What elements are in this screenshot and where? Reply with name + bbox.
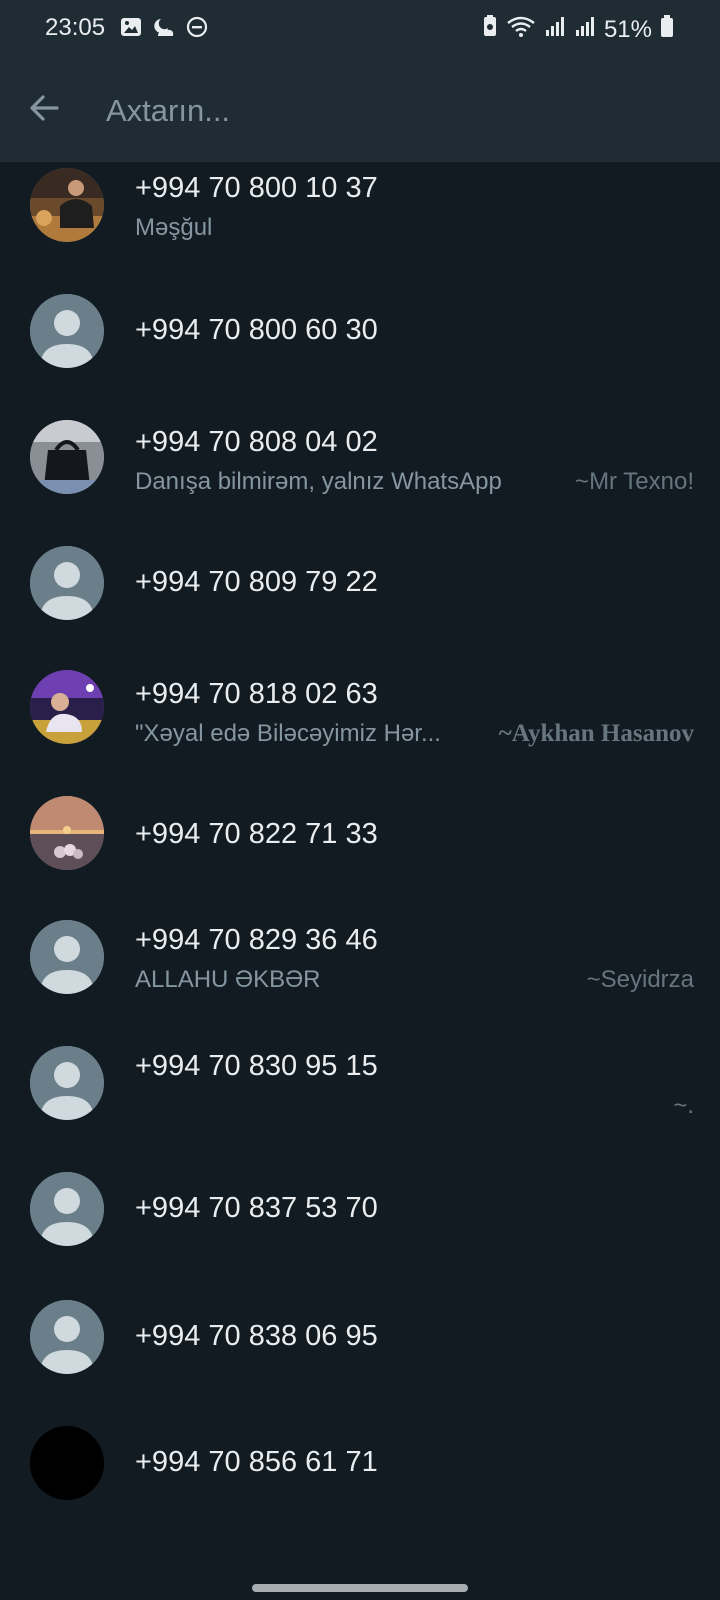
contact-row[interactable]: +994 70 830 95 15 ~.: [0, 1046, 720, 1186]
contact-row[interactable]: +994 70 808 04 02 Danışa bilmirəm, yalnı…: [0, 418, 720, 546]
contact-alias: ~Aykhan Hasanov: [498, 720, 694, 747]
home-gesture-handle[interactable]: [252, 1584, 468, 1592]
default-avatar-icon[interactable]: [30, 920, 104, 994]
contact-phone: +994 70 837 53 70: [135, 1192, 378, 1224]
default-avatar-icon[interactable]: [30, 1300, 104, 1374]
contact-alias: ~.: [673, 1092, 694, 1119]
signal-icon: [574, 15, 596, 44]
contact-row[interactable]: +994 70 838 06 95: [0, 1300, 720, 1442]
contact-row[interactable]: +994 70 829 36 46 ALLAHU ƏKBƏR ~Seyidrza: [0, 920, 720, 1058]
contact-phone: +994 70 822 71 33: [135, 818, 378, 850]
signal-icon: [544, 15, 566, 44]
contact-avatar[interactable]: [30, 1426, 104, 1500]
contact-row[interactable]: +994 70 822 71 33: [0, 796, 720, 930]
battery-icon: [660, 14, 674, 45]
contact-row[interactable]: +994 70 809 79 22: [0, 546, 720, 674]
contact-phone: +994 70 818 02 63: [135, 678, 378, 710]
wifi-icon: [506, 14, 536, 45]
battery-saver-icon: [482, 14, 498, 45]
contact-row[interactable]: +994 70 856 61 71: [0, 1426, 720, 1570]
back-arrow-icon: [30, 95, 59, 121]
contact-phone: +994 70 800 60 30: [135, 314, 378, 346]
search-header: [0, 58, 720, 162]
contact-avatar[interactable]: [30, 796, 104, 870]
back-button[interactable]: [24, 88, 64, 128]
status-bar: 23:05 51%: [0, 0, 720, 58]
contact-avatar[interactable]: [30, 420, 104, 494]
default-avatar-icon[interactable]: [30, 294, 104, 368]
navigation-bar: [0, 1560, 720, 1600]
contact-status: Məşğul: [135, 214, 213, 241]
contact-avatar[interactable]: [30, 168, 104, 242]
contact-status: "Xəyal edə Biləcəyimiz Hər...: [135, 720, 441, 747]
contact-alias: ~Seyidrza: [586, 966, 694, 993]
image-icon: [120, 16, 142, 43]
weather-icon: [152, 16, 176, 43]
contact-phone: +994 70 830 95 15: [135, 1050, 378, 1082]
contact-phone: +994 70 808 04 02: [135, 426, 378, 458]
default-avatar-icon[interactable]: [30, 1046, 104, 1120]
status-time: 23:05: [45, 14, 106, 41]
contact-row[interactable]: +994 70 800 60 30: [0, 290, 720, 418]
contact-phone: +994 70 809 79 22: [135, 566, 378, 598]
battery-percent: 51%: [603, 15, 652, 43]
contact-phone: +994 70 856 61 71: [135, 1446, 378, 1478]
default-avatar-icon[interactable]: [30, 546, 104, 620]
contact-phone: +994 70 829 36 46: [135, 924, 378, 956]
contact-status: Danışa bilmirəm, yalnız WhatsApp: [135, 468, 502, 495]
contact-phone: +994 70 800 10 37: [135, 172, 378, 204]
default-avatar-icon[interactable]: [30, 1172, 104, 1246]
dnd-icon: [186, 16, 208, 43]
contact-status: ALLAHU ƏKBƏR: [135, 966, 321, 993]
contact-phone: +994 70 838 06 95: [135, 1320, 378, 1352]
search-input[interactable]: [104, 86, 668, 136]
contact-row[interactable]: +994 70 800 10 37 Məşğul: [0, 162, 720, 290]
contact-row[interactable]: +994 70 837 53 70: [0, 1172, 720, 1314]
contact-alias: ~Mr Texno!: [575, 468, 694, 495]
contact-row[interactable]: +994 70 818 02 63 "Xəyal edə Biləcəyimiz…: [0, 670, 720, 802]
contact-avatar[interactable]: [30, 670, 104, 744]
